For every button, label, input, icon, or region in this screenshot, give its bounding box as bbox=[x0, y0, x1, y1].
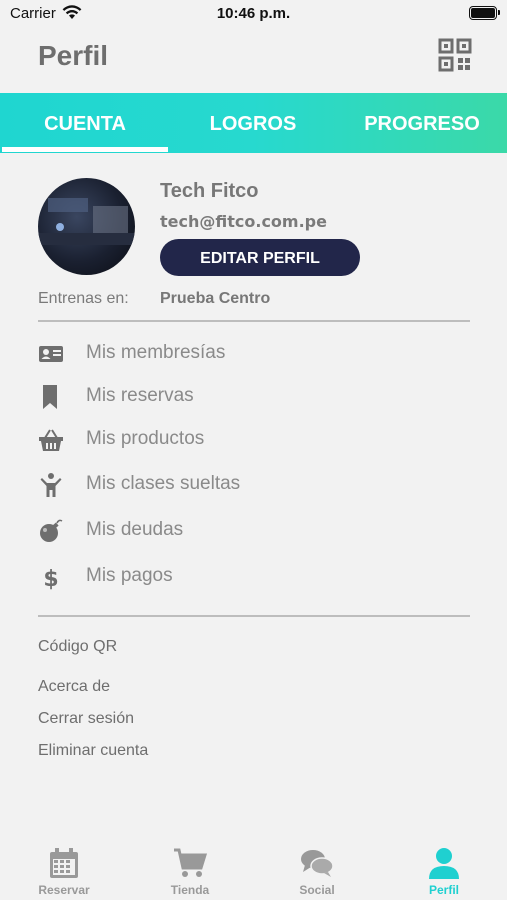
menu-item-label: Mis deudas bbox=[86, 519, 184, 540]
avatar bbox=[38, 178, 135, 275]
menu-item-label: Mis clases sueltas bbox=[86, 473, 241, 494]
bomb-icon bbox=[40, 519, 63, 542]
cart-icon bbox=[174, 848, 207, 877]
qr-code-icon[interactable] bbox=[438, 38, 472, 72]
menu-item-deudas[interactable]: Mis deudas bbox=[38, 512, 468, 548]
tab-bar: CUENTA LOGROS PROGRESO bbox=[0, 93, 507, 153]
user-icon bbox=[429, 848, 459, 879]
delete-account-link[interactable]: Eliminar cuenta bbox=[38, 742, 148, 760]
divider bbox=[38, 615, 470, 617]
status-bar: Carrier 10:46 p.m. bbox=[0, 0, 507, 28]
id-card-icon bbox=[39, 346, 63, 362]
edit-profile-button[interactable]: EDITAR PERFIL bbox=[160, 239, 360, 276]
profile-name: Tech Fitco bbox=[160, 180, 259, 202]
basket-icon bbox=[39, 429, 63, 451]
menu-item-label: Mis reservas bbox=[86, 385, 194, 406]
tab-progreso[interactable]: PROGRESO bbox=[337, 93, 507, 153]
menu-item-label: Mis productos bbox=[86, 428, 205, 449]
train-location-label: Entrenas en: bbox=[38, 290, 129, 307]
menu-item-membresias[interactable]: Mis membresías bbox=[38, 335, 468, 371]
menu-item-clases-sueltas[interactable]: Mis clases sueltas bbox=[38, 466, 468, 502]
dollar-icon: $ bbox=[43, 567, 58, 590]
nav-item-reservar[interactable]: Reservar bbox=[14, 838, 114, 900]
nav-item-social[interactable]: Social bbox=[267, 838, 367, 900]
nav-label: Social bbox=[299, 883, 335, 897]
train-location-value: Prueba Centro bbox=[160, 290, 271, 307]
battery-icon bbox=[469, 6, 500, 20]
active-tab-indicator bbox=[2, 147, 168, 152]
chat-icon bbox=[301, 850, 334, 877]
nav-label: Perfil bbox=[428, 883, 459, 897]
profile-email: tech@fitco.com.pe bbox=[160, 212, 327, 231]
bottom-nav: Reservar Tienda Social Perfil bbox=[0, 838, 507, 900]
menu-item-label: Mis membresías bbox=[86, 342, 226, 363]
menu-item-label: Mis pagos bbox=[86, 565, 173, 586]
nav-item-tienda[interactable]: Tienda bbox=[140, 838, 240, 900]
menu-item-reservas[interactable]: Mis reservas bbox=[38, 378, 468, 414]
svg-text:$: $ bbox=[43, 567, 58, 590]
bookmark-icon bbox=[43, 385, 57, 409]
page-title: Perfil bbox=[38, 40, 109, 71]
nav-label: Tienda bbox=[170, 883, 210, 897]
tab-cuenta[interactable]: CUENTA bbox=[0, 93, 170, 153]
divider bbox=[38, 320, 470, 322]
qr-code-link[interactable]: Código QR bbox=[38, 638, 117, 656]
person-icon bbox=[40, 473, 62, 497]
status-time: 10:46 p.m. bbox=[216, 5, 291, 22]
nav-item-perfil[interactable]: Perfil bbox=[394, 838, 494, 900]
menu-item-productos[interactable]: Mis productos bbox=[38, 421, 468, 457]
tab-logros[interactable]: LOGROS bbox=[168, 93, 338, 153]
menu-item-pagos[interactable]: $ Mis pagos bbox=[38, 558, 468, 594]
about-link[interactable]: Acerca de bbox=[38, 678, 110, 696]
nav-label: Reservar bbox=[38, 883, 90, 897]
logout-link[interactable]: Cerrar sesión bbox=[38, 710, 134, 728]
calendar-icon bbox=[50, 848, 78, 878]
